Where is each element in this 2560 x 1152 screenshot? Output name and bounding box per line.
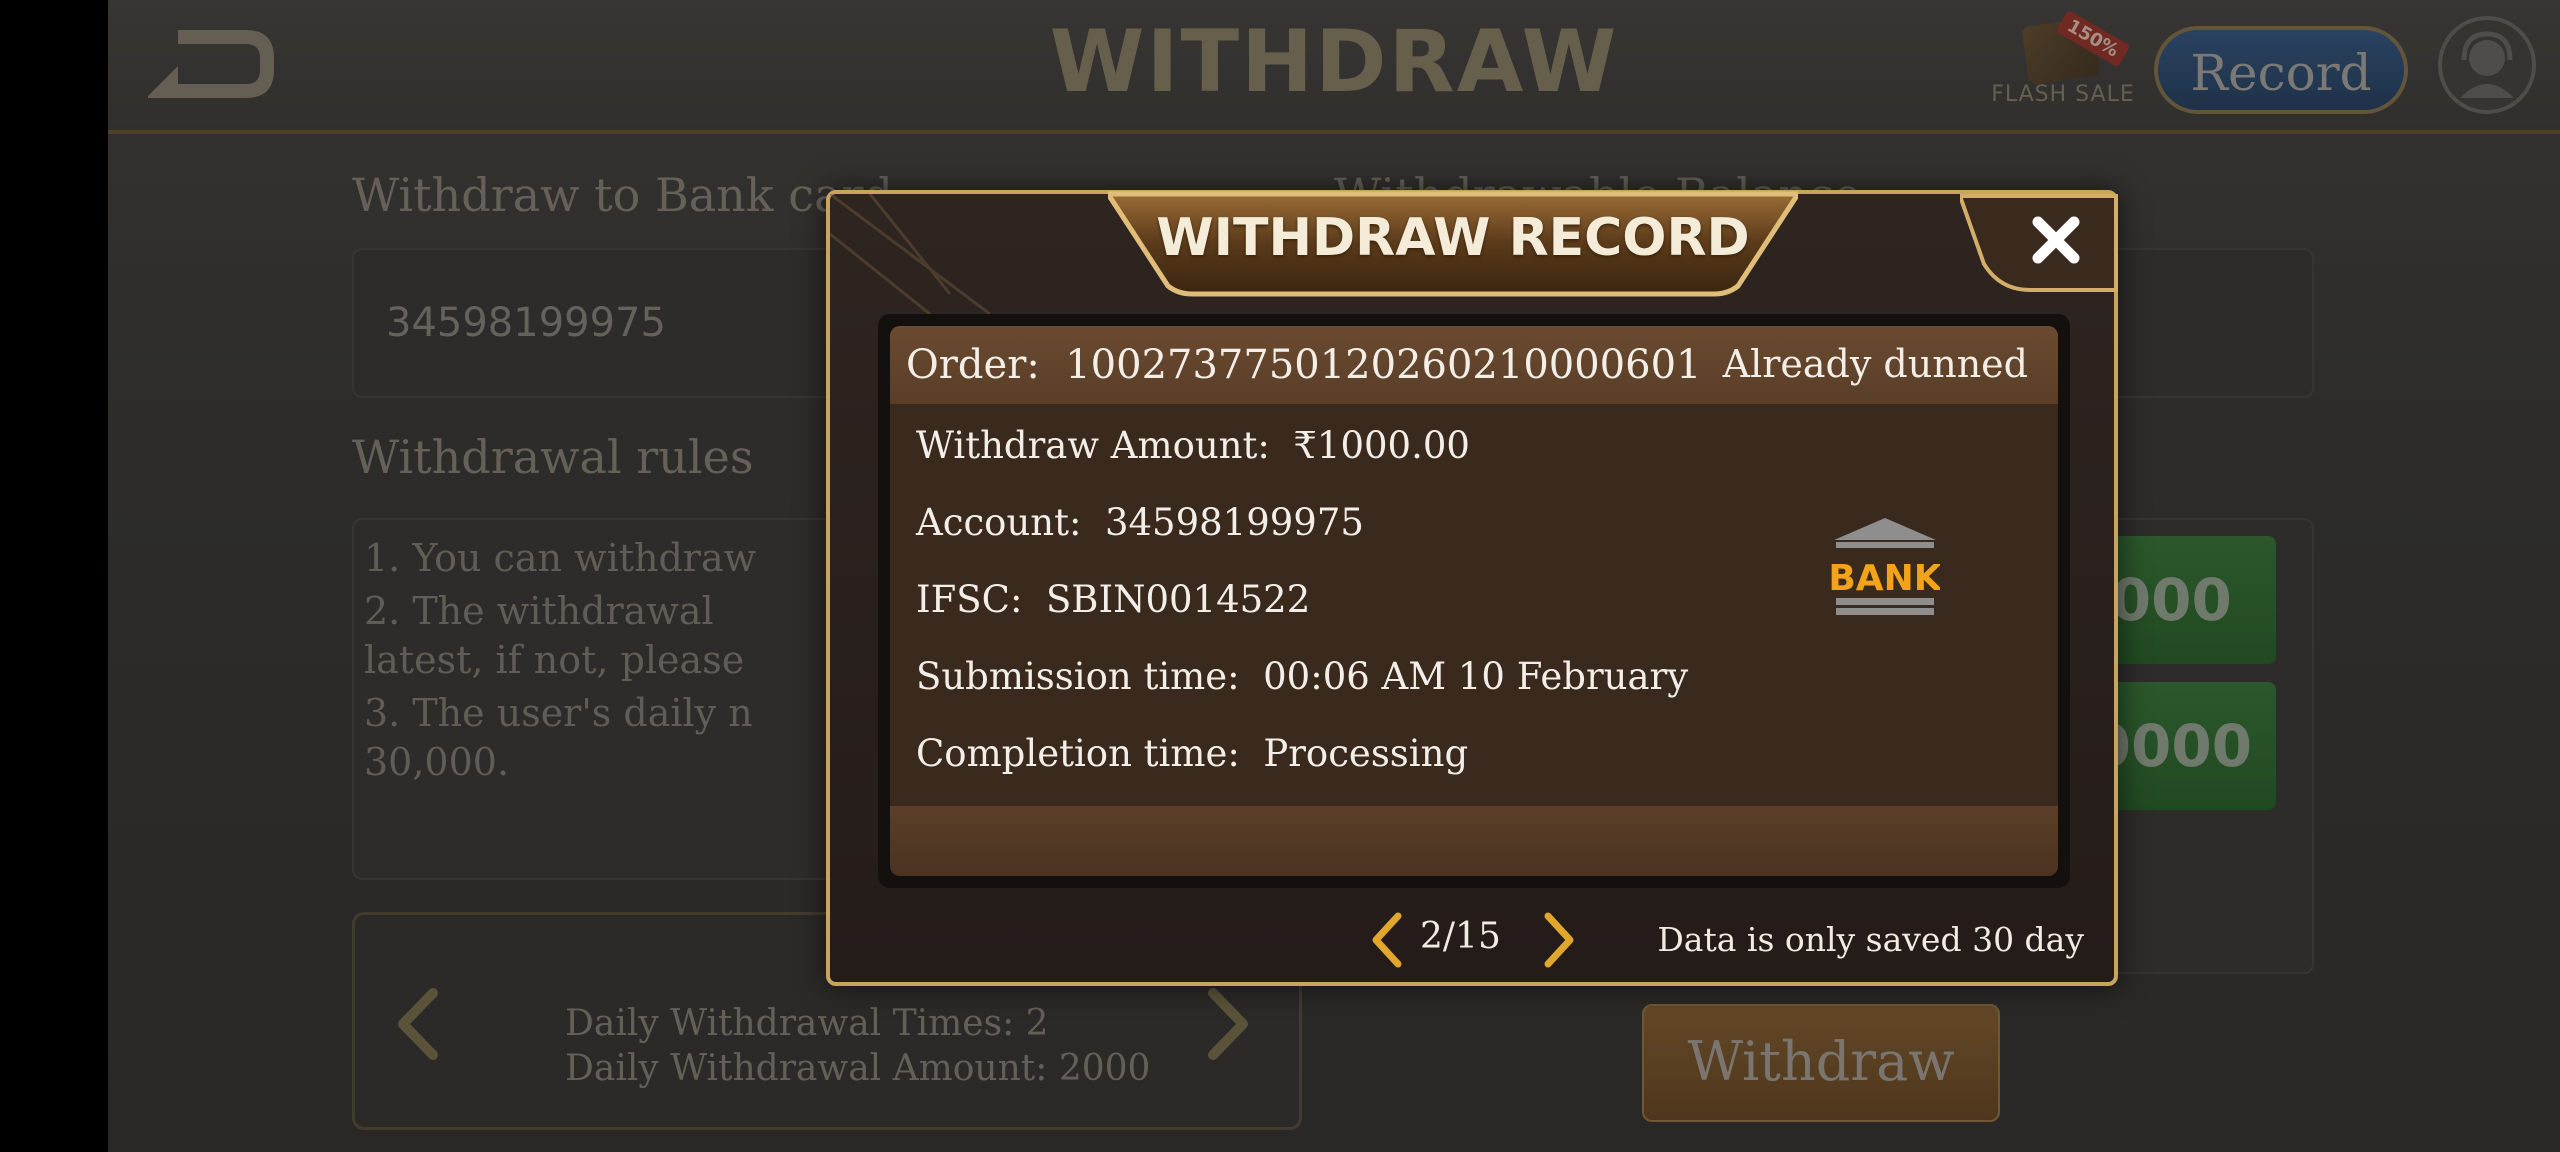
status-badge: Already dunned xyxy=(1722,342,2028,386)
submission-time-row: Submission time: 00:06 AM 10 February xyxy=(916,655,1689,698)
withdraw-screen: WITHDRAW 150% FLASH SALE Record Withdraw… xyxy=(108,0,2560,1152)
flash-sale-button[interactable]: 150% FLASH SALE xyxy=(1983,9,2143,110)
daily-times: Daily Withdrawal Times: 2 xyxy=(565,1003,1049,1044)
record-header: Order: 1002737750120260210000601 Already… xyxy=(890,326,2058,404)
withdraw-record-dialog: WITHDRAW RECORD Order: 10027377501202602… xyxy=(826,190,2118,986)
chevron-right-icon[interactable] xyxy=(1542,912,1576,968)
rules-text: 1. You can withdraw 2. The withdrawal la… xyxy=(364,536,757,784)
dialog-title-banner: WITHDRAW RECORD xyxy=(1108,190,1798,300)
bank-card-label: Withdraw to Bank card xyxy=(352,168,893,222)
completion-time-row: Completion time: Processing xyxy=(916,732,1469,775)
withdraw-amount-row: Withdraw Amount: ₹1000.00 xyxy=(916,424,1470,467)
svg-text:BANK: BANK xyxy=(1830,558,1940,599)
daily-amount: Daily Withdrawal Amount: 2000 xyxy=(565,1048,1151,1089)
chevron-right-icon[interactable] xyxy=(1203,987,1253,1061)
withdraw-button[interactable]: Withdraw xyxy=(1642,1004,2000,1122)
order-number: Order: 1002737750120260210000601 xyxy=(906,342,1702,388)
top-bar: WITHDRAW 150% FLASH SALE Record xyxy=(108,0,2560,134)
daily-limits-text: Daily Withdrawal Times: 2 Daily Withdraw… xyxy=(565,1001,1150,1091)
account-row: Account: 34598199975 xyxy=(916,501,1364,544)
retention-note: Data is only saved 30 day xyxy=(1657,920,2084,959)
close-button[interactable] xyxy=(1960,194,2118,294)
chevron-left-icon[interactable] xyxy=(393,987,443,1061)
bank-account-value: 34598199975 xyxy=(386,300,666,346)
record-button[interactable]: Record xyxy=(2154,26,2408,114)
flash-sale-label: FLASH SALE xyxy=(1991,82,2135,107)
record-details: Withdraw Amount: ₹1000.00 Account: 34598… xyxy=(890,404,2058,818)
bank-icon: BANK xyxy=(1828,514,1943,618)
customer-support-icon[interactable] xyxy=(2438,16,2536,114)
record-card: Order: 1002737750120260210000601 Already… xyxy=(878,314,2070,888)
chevron-left-icon[interactable] xyxy=(1370,912,1404,968)
record-footer xyxy=(890,806,2058,876)
ifsc-row: IFSC: SBIN0014522 xyxy=(916,578,1311,621)
rules-label: Withdrawal rules xyxy=(352,430,754,484)
corner-decoration xyxy=(830,194,990,314)
page-indicator: 2/15 xyxy=(1420,916,1501,957)
dialog-title: WITHDRAW RECORD xyxy=(1156,208,1750,268)
